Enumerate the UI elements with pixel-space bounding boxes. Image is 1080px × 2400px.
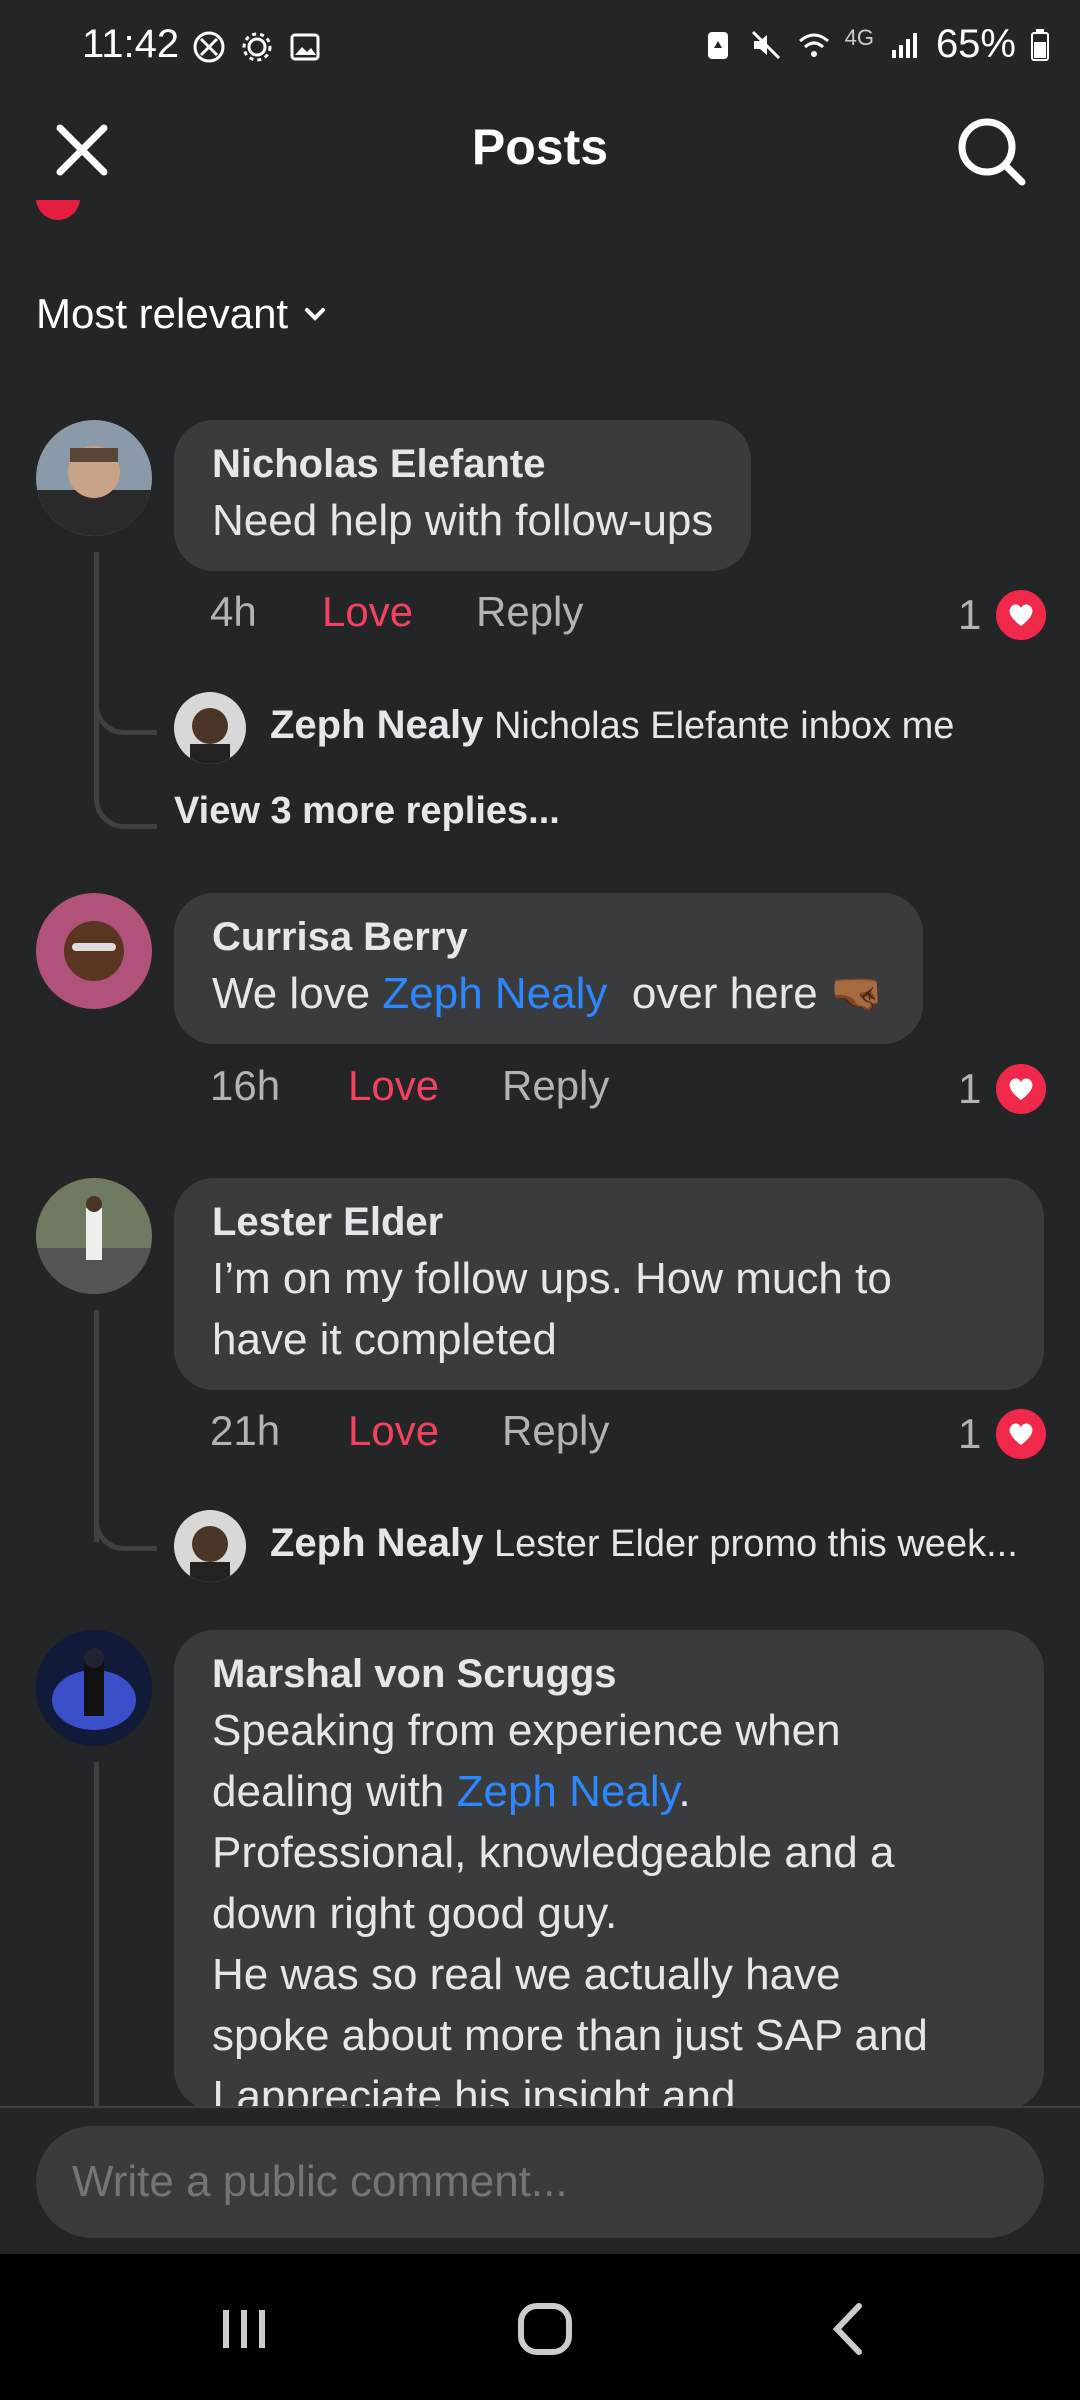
view-more-replies-link[interactable]: View 3 more replies... bbox=[174, 790, 560, 833]
reaction-count: 1 bbox=[958, 591, 982, 638]
comment-actions: 21h Love Reply bbox=[210, 1407, 609, 1455]
sort-label: Most relevant bbox=[36, 290, 289, 337]
reply-author: Zeph Nealy bbox=[270, 1521, 484, 1565]
comment-bubble: Marshal von Scruggs Speaking from experi… bbox=[174, 1630, 1044, 2110]
search-icon[interactable] bbox=[954, 114, 1028, 188]
sort-dropdown[interactable]: Most relevant bbox=[36, 290, 328, 338]
comment-time: 4h bbox=[210, 588, 257, 635]
heart-icon bbox=[993, 1406, 1050, 1462]
reply-button[interactable]: Reply bbox=[502, 1062, 609, 1110]
reaction-summary[interactable]: 1 bbox=[958, 587, 1050, 643]
home-icon[interactable] bbox=[511, 2294, 581, 2364]
top-app-bar: Posts bbox=[0, 100, 1080, 200]
reply-author: Zeph Nealy bbox=[270, 703, 484, 747]
avatar[interactable] bbox=[36, 1178, 152, 1294]
reply-button[interactable]: Reply bbox=[476, 588, 583, 636]
reply-text: Lester Elder promo this week... bbox=[493, 1523, 1018, 1565]
recent-apps-icon[interactable] bbox=[209, 2294, 279, 2364]
comment-bubble: Lester Elder I’m on my follow ups. How m… bbox=[174, 1178, 1044, 1390]
comment-text: I’m on my follow ups. How much to have it… bbox=[212, 1254, 892, 1364]
comment-text: Need help with follow-ups bbox=[212, 496, 714, 545]
back-icon[interactable] bbox=[815, 2294, 885, 2364]
reaction-count: 1 bbox=[958, 1065, 982, 1112]
comment-time: 21h bbox=[210, 1407, 281, 1454]
reply-preview[interactable]: Zeph Nealy Lester Elder promo this week.… bbox=[270, 1521, 1018, 1566]
reply-text: Nicholas Elefante inbox me bbox=[493, 705, 955, 747]
wifi-icon bbox=[798, 33, 829, 57]
comment-bubble: Currisa Berry We love Zeph Nealy over he… bbox=[174, 893, 923, 1044]
comment-composer bbox=[0, 2106, 1080, 2256]
comment-input[interactable] bbox=[36, 2126, 1044, 2238]
reply-avatar[interactable] bbox=[174, 692, 246, 764]
avatar[interactable] bbox=[36, 893, 152, 1009]
battery-icon bbox=[1031, 28, 1049, 61]
status-system-icons: 4G 65% bbox=[701, 22, 1050, 67]
recycle-icon bbox=[707, 31, 728, 59]
previous-content-edge bbox=[36, 200, 96, 222]
love-button[interactable]: Love bbox=[322, 588, 476, 636]
avatar[interactable] bbox=[36, 420, 152, 536]
comment-author[interactable]: Nicholas Elefante bbox=[212, 438, 713, 490]
comment-author[interactable]: Marshal von Scruggs bbox=[212, 1648, 1006, 1700]
settings-gear-icon bbox=[242, 32, 272, 62]
status-bar: 11:42 4G 65% bbox=[0, 0, 1080, 100]
signal-icon bbox=[891, 32, 917, 58]
love-button[interactable]: Love bbox=[348, 1407, 502, 1455]
mute-icon bbox=[751, 30, 780, 59]
love-button[interactable]: Love bbox=[348, 1062, 502, 1110]
reaction-summary[interactable]: 1 bbox=[958, 1406, 1050, 1462]
xbox-icon bbox=[193, 31, 225, 63]
comment-time: 16h bbox=[210, 1062, 281, 1109]
mention-link[interactable]: Zeph Nealy bbox=[382, 969, 607, 1018]
comment-text: We love Zeph Nealy over here 🤜🏾 bbox=[212, 969, 885, 1018]
status-notification-icons bbox=[192, 30, 322, 64]
system-navigation-bar bbox=[0, 2254, 1080, 2400]
heart-icon bbox=[993, 1061, 1050, 1117]
reply-preview[interactable]: Zeph Nealy Nicholas Elefante inbox me bbox=[270, 703, 954, 748]
network-type-label: 4G bbox=[844, 24, 874, 50]
status-time: 11:42 bbox=[82, 22, 180, 66]
comment-author[interactable]: Lester Elder bbox=[212, 1196, 1006, 1248]
comment-actions: 4h Love Reply bbox=[210, 588, 583, 636]
mention-link[interactable]: Zeph Nealy bbox=[457, 1767, 679, 1816]
comment-bubble: Nicholas Elefante Need help with follow-… bbox=[174, 420, 752, 571]
page-title: Posts bbox=[471, 119, 609, 175]
image-icon bbox=[290, 33, 320, 61]
reaction-summary[interactable]: 1 bbox=[958, 1061, 1050, 1117]
reply-avatar[interactable] bbox=[174, 1510, 246, 1582]
comment-actions: 16h Love Reply bbox=[210, 1062, 609, 1110]
comment-text: Speaking from experience when dealing wi… bbox=[212, 1706, 928, 2110]
avatar[interactable] bbox=[36, 1630, 152, 1746]
chevron-down-icon bbox=[305, 308, 326, 321]
comment-author[interactable]: Currisa Berry bbox=[212, 911, 885, 963]
heart-icon bbox=[993, 587, 1050, 643]
battery-percent: 65% bbox=[935, 22, 1016, 66]
reaction-count: 1 bbox=[958, 1410, 982, 1457]
reply-button[interactable]: Reply bbox=[502, 1407, 609, 1455]
